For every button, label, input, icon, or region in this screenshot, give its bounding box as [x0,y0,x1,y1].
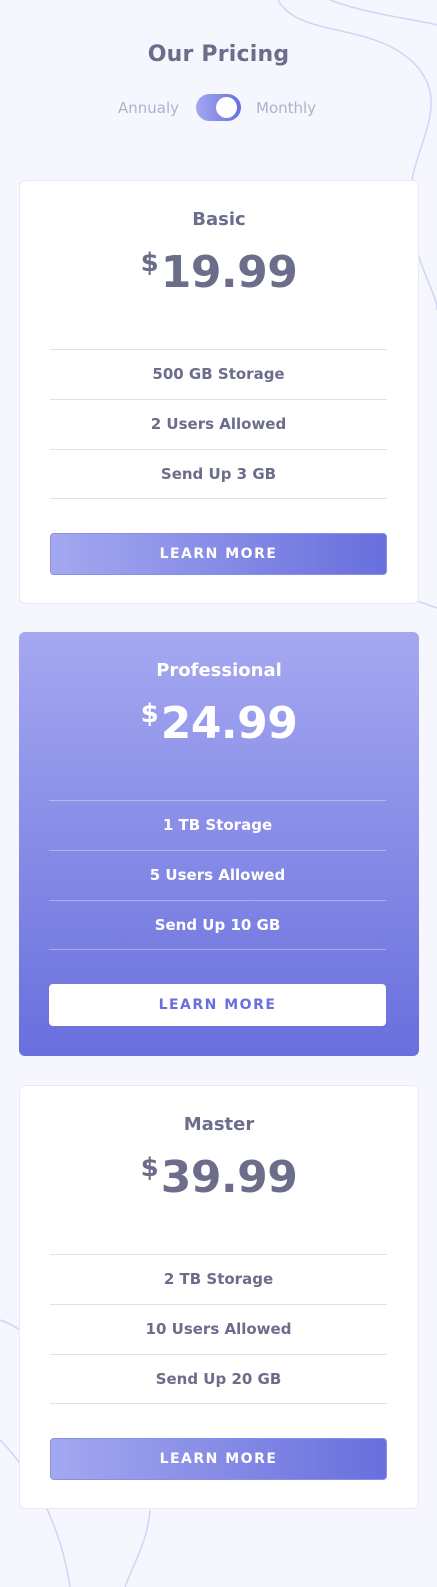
price-amount: 39.99 [160,1152,298,1203]
price-amount: 24.99 [160,698,298,749]
plan-price: $19.99 [20,247,418,298]
plan-price: $39.99 [20,1152,418,1203]
pricing-card-master: Master $39.99 2 TB Storage 10 Users Allo… [19,1085,419,1509]
learn-more-button-professional[interactable]: LEARN MORE [49,984,386,1026]
plan-name: Professional [156,660,282,681]
learn-more-button-basic[interactable]: LEARN MORE [50,533,387,575]
feature-item: 1 TB Storage [49,800,386,850]
currency-symbol: $ [140,699,159,729]
switch-knob [216,97,237,118]
feature-list: 1 TB Storage 5 Users Allowed Send Up 10 … [49,800,386,950]
billing-toggle-row: Annualy Monthly [0,94,437,122]
feature-item: 10 Users Allowed [50,1304,387,1354]
page-title: Our Pricing [147,42,290,67]
feature-item: 2 Users Allowed [50,399,387,449]
currency-symbol: $ [140,1153,159,1183]
pricing-card-basic: Basic $19.99 500 GB Storage 2 Users Allo… [19,180,419,604]
feature-list: 2 TB Storage 10 Users Allowed Send Up 20… [50,1254,387,1404]
feature-list: 500 GB Storage 2 Users Allowed Send Up 3… [50,349,387,499]
pricing-card-professional: Professional $24.99 1 TB Storage 5 Users… [19,632,419,1056]
feature-item: Send Up 20 GB [50,1354,387,1404]
feature-item: 2 TB Storage [50,1254,387,1304]
feature-item: Send Up 10 GB [49,900,386,950]
plan-price: $24.99 [19,698,419,749]
learn-more-button-master[interactable]: LEARN MORE [50,1438,387,1480]
feature-item: 500 GB Storage [50,349,387,399]
currency-symbol: $ [140,248,159,278]
feature-item: 5 Users Allowed [49,850,386,900]
plan-name: Basic [192,209,246,230]
price-amount: 19.99 [160,247,298,298]
feature-item: Send Up 3 GB [50,449,387,499]
billing-period-switch[interactable] [196,94,241,121]
plan-name: Master [183,1114,255,1135]
toggle-label-annually[interactable]: Annualy [118,99,179,117]
toggle-label-monthly[interactable]: Monthly [256,99,316,117]
